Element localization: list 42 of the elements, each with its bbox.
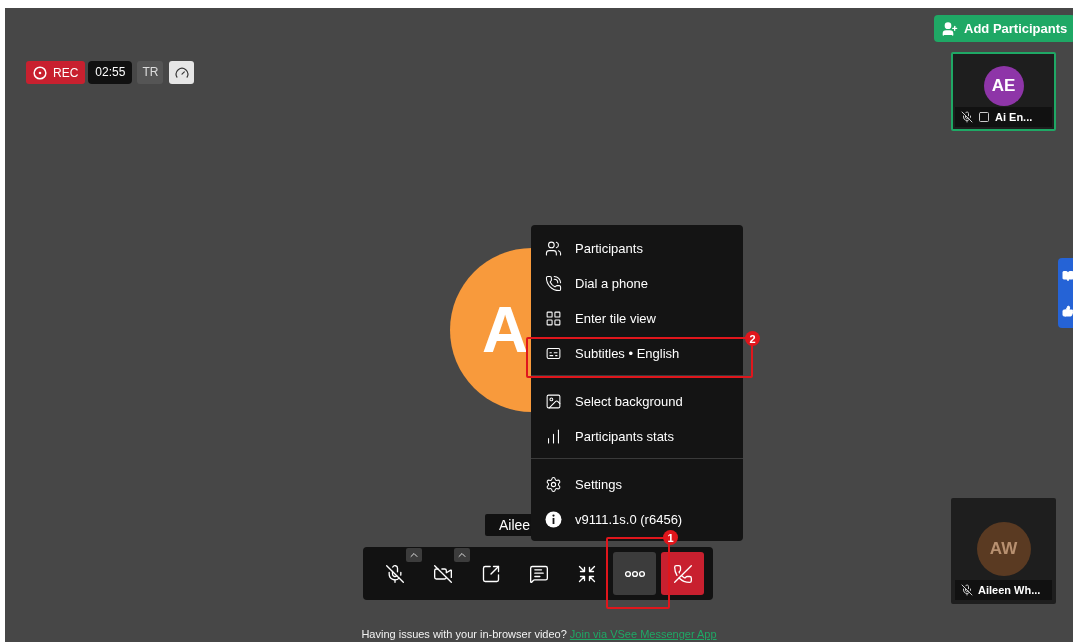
captions-icon — [545, 345, 562, 362]
more-icon — [624, 569, 645, 578]
share-icon — [480, 563, 501, 584]
menu-item[interactable]: Settings — [531, 467, 743, 502]
shrink-icon — [576, 563, 597, 584]
recording-timer: 02:55 — [88, 61, 133, 84]
record-icon — [33, 65, 47, 80]
caret-button[interactable] — [454, 548, 470, 562]
participant-tile[interactable]: AW Aileen Wh... — [951, 498, 1056, 604]
image-icon — [545, 393, 562, 410]
menu-item[interactable]: Participants stats — [531, 419, 743, 454]
avatar: AW — [976, 522, 1031, 576]
help-text: Having issues with your in-browser video? — [361, 628, 567, 640]
bar-chart-icon — [545, 428, 562, 445]
mic-off-icon — [961, 584, 973, 596]
participant-name: Ai En... — [995, 111, 1033, 123]
book-icon — [1062, 269, 1073, 282]
side-tab[interactable] — [1058, 258, 1073, 328]
phone-icon — [545, 275, 562, 292]
hang-up-icon — [672, 563, 693, 584]
participant-tile[interactable]: AE Ai En... — [951, 52, 1056, 131]
info-icon — [545, 511, 562, 528]
user-plus-icon — [942, 20, 958, 37]
mic-off-icon — [961, 111, 973, 123]
hang-up-button[interactable] — [661, 552, 704, 595]
grid-icon — [545, 310, 562, 327]
step-marker: 2 — [745, 331, 760, 346]
avatar: AE — [983, 66, 1024, 106]
transcript-badge: TR — [137, 61, 164, 84]
speed-test-button[interactable] — [169, 61, 195, 84]
video-off-icon — [432, 563, 453, 584]
chat-icon — [528, 563, 549, 584]
settings-icon — [545, 476, 562, 493]
thumbs-up-icon — [1062, 304, 1073, 317]
toolbar-button[interactable] — [613, 552, 656, 595]
participant-name: Aileen Wh... — [978, 584, 1041, 596]
caret-button[interactable] — [406, 548, 422, 562]
highlight-frame — [606, 537, 670, 609]
participants-icon — [545, 240, 562, 257]
mic-off-icon — [384, 563, 405, 584]
recording-badge: REC — [26, 61, 86, 84]
gauge-icon — [174, 65, 189, 80]
